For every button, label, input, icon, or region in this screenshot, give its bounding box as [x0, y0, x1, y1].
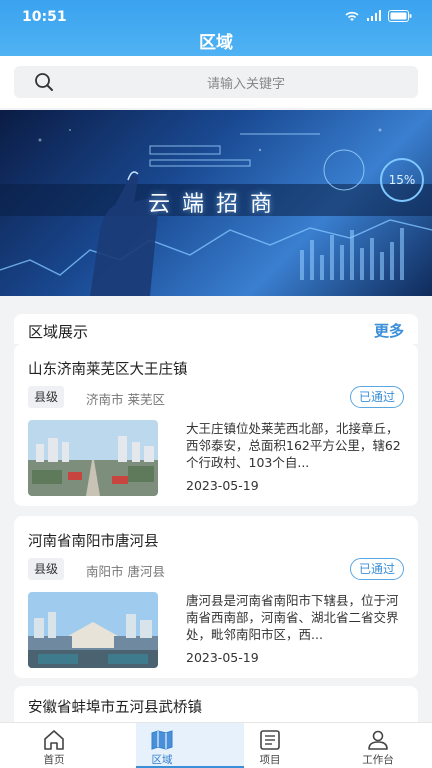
map-icon — [151, 730, 173, 750]
signal-icon — [367, 10, 381, 21]
search-area: 请输入关键字 — [0, 56, 432, 108]
tab-home[interactable]: 首页 — [0, 723, 108, 768]
tab-label: 首页 — [43, 754, 65, 766]
tab-label: 工作台 — [362, 754, 394, 766]
tab-label: 区域 — [151, 754, 173, 766]
app-header: 10:51 区域 — [0, 0, 432, 56]
region-card[interactable]: 安徽省蚌埠市五河县武桥镇 — [14, 686, 418, 722]
more-link[interactable]: 更多 — [374, 320, 404, 341]
user-icon — [368, 730, 388, 750]
tab-region[interactable]: 区域 — [108, 723, 216, 768]
bottom-tab-bar: 首页 区域 项目 工作台 — [0, 722, 432, 768]
card-description: 大王庄镇位处莱芜西北部，北接章丘，西邻泰安，总面积162平方公里，辖62个行政村… — [186, 421, 401, 470]
tab-label: 项目 — [259, 754, 281, 766]
card-title: 安徽省蚌埠市五河县武桥镇 — [28, 700, 202, 716]
search-placeholder: 请输入关键字 — [206, 77, 285, 92]
tab-project[interactable]: 项目 — [216, 723, 324, 768]
home-icon — [44, 730, 64, 750]
promo-banner[interactable]: 云端招商 15% — [0, 110, 432, 296]
status-badge: 已通过 — [349, 386, 404, 408]
region-card[interactable]: 河南省南阳市唐河县 县级 南阳市 唐河县 已通过 唐河县是河南省南阳市下辖县，位… — [14, 516, 418, 678]
status-badge: 已通过 — [349, 558, 404, 580]
card-title: 河南省南阳市唐河县 — [28, 534, 159, 550]
card-thumbnail — [28, 420, 158, 496]
card-location: 南阳市 唐河县 — [86, 564, 165, 579]
section-title: 区域展示 — [28, 323, 89, 341]
page-title: 区域 — [199, 33, 233, 53]
list-icon — [260, 730, 280, 750]
search-input[interactable]: 请输入关键字 — [14, 66, 418, 98]
status-time: 10:51 — [22, 9, 67, 25]
card-title: 山东济南莱芜区大王庄镇 — [28, 362, 188, 378]
card-date: 2023-05-19 — [186, 478, 259, 493]
status-icons — [344, 10, 412, 22]
card-thumbnail — [28, 592, 158, 668]
level-tag: 县级 — [28, 558, 65, 580]
battery-icon — [388, 10, 412, 22]
tab-workbench[interactable]: 工作台 — [324, 723, 432, 768]
card-location: 济南市 莱芜区 — [86, 392, 165, 407]
card-date: 2023-05-19 — [186, 650, 259, 665]
level-tag: 县级 — [28, 386, 65, 408]
card-description: 唐河县是河南省南阳市下辖县，位于河南省西南部，河南省、湖北省二省交界处，毗邻南阳… — [186, 593, 399, 642]
banner-caption: 云端招商 — [147, 192, 284, 217]
section-header: 区域展示 更多 — [14, 314, 418, 344]
banner-percent: 15% — [380, 158, 424, 202]
region-card[interactable]: 山东济南莱芜区大王庄镇 县级 济南市 莱芜区 已通过 大王庄镇位处莱芜西北部，北… — [14, 344, 418, 506]
wifi-icon — [345, 11, 359, 21]
